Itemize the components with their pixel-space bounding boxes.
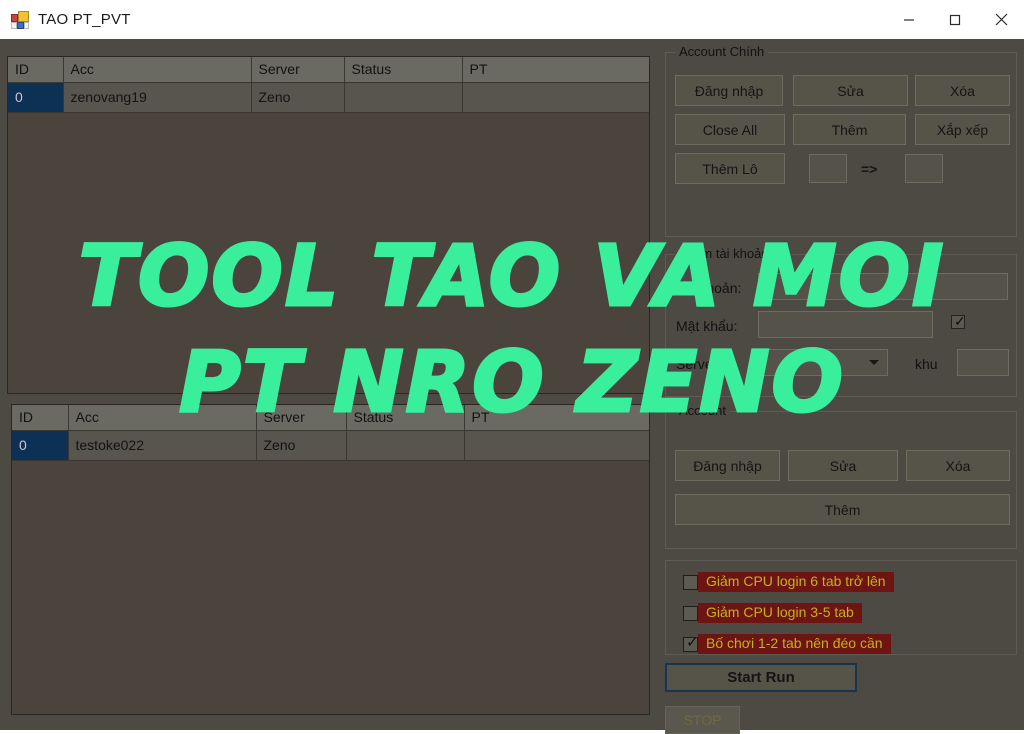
save-password-checkbox[interactable]: ✓ [951, 313, 966, 329]
cpu-option-row[interactable]: Giảm CPU login 3-5 tab [683, 603, 862, 623]
grid-empty-area [12, 460, 649, 714]
table-row[interactable]: 0 zenovang19 Zeno [8, 82, 649, 113]
cell-pt[interactable] [462, 82, 649, 113]
minimize-icon[interactable] [886, 0, 932, 39]
column-header-id[interactable]: ID [8, 57, 64, 83]
batch-to-input[interactable] [905, 154, 943, 183]
table-header-row: ID Acc Server Status PT [12, 405, 649, 431]
cpu-6tab-checkbox[interactable] [683, 574, 698, 590]
sub-add-button[interactable]: Thêm [675, 494, 1010, 525]
check-mark-icon: ✓ [954, 313, 966, 329]
cell-acc[interactable]: testoke022 [68, 430, 257, 461]
account-sub-group: Account Đăng nhập Sửa Xóa Thêm [665, 403, 1017, 549]
column-header-acc[interactable]: Acc [68, 405, 257, 431]
cell-id[interactable]: 0 [12, 430, 69, 461]
server-dropdown[interactable] [758, 349, 888, 376]
cell-id[interactable]: 0 [8, 82, 64, 113]
cpu-12tab-label: Bố chơi 1-2 tab nên đéo cần [698, 634, 891, 654]
main-login-button[interactable]: Đăng nhập [675, 75, 783, 106]
maximize-icon[interactable] [932, 0, 978, 39]
column-header-status[interactable]: Status [346, 405, 465, 431]
main-edit-button[interactable]: Sửa [793, 75, 908, 106]
client-area: ID Acc Server Status PT 0 zenovang19 Zen… [0, 39, 1024, 734]
cell-acc[interactable]: zenovang19 [63, 82, 252, 113]
chevron-down-icon [869, 360, 879, 365]
cell-status[interactable] [344, 82, 463, 113]
server-label: Server: [676, 356, 722, 372]
column-header-id[interactable]: ID [12, 405, 69, 431]
grid-empty-area [8, 112, 649, 393]
password-input[interactable] [758, 311, 933, 338]
batch-arrow-label: => [861, 161, 878, 177]
winforms-app-icon [11, 10, 29, 29]
cpu-options-group: Giảm CPU login 6 tab trở lên Giảm CPU lo… [665, 560, 1017, 655]
cpu-12tab-checkbox[interactable]: ✓ [683, 633, 699, 652]
check-mark-icon: ✓ [686, 633, 699, 651]
column-header-pt[interactable]: PT [464, 405, 649, 431]
cpu-option-row[interactable]: ✓ Bố chơi 1-2 tab nên đéo cần [683, 634, 891, 654]
window-controls [886, 0, 1024, 39]
main-account-table: ID Acc Server Status PT 0 zenovang19 Zen… [8, 57, 649, 113]
column-header-pt[interactable]: PT [462, 57, 649, 83]
cpu-35tab-label: Giảm CPU login 3-5 tab [698, 603, 862, 623]
khu-label: khu [915, 356, 938, 372]
username-label: Tài khoản: [676, 280, 742, 296]
sub-edit-button[interactable]: Sửa [788, 450, 898, 481]
table-row[interactable]: 0 testoke022 Zeno [12, 430, 649, 461]
cpu-6tab-label: Giảm CPU login 6 tab trở lên [698, 572, 894, 592]
account-main-group: Account Chính Đăng nhập Sửa Xóa Close Al… [665, 44, 1017, 237]
application-window: TAO PT_PVT ID Acc Server Status PT 0 zen… [0, 0, 1024, 734]
main-add-button[interactable]: Thêm [793, 114, 906, 145]
column-header-server[interactable]: Server [251, 57, 345, 83]
main-sort-button[interactable]: Xắp xếp [915, 114, 1010, 145]
khu-input[interactable] [957, 349, 1009, 376]
main-delete-button[interactable]: Xóa [915, 75, 1010, 106]
column-header-server[interactable]: Server [256, 405, 347, 431]
cell-status[interactable] [346, 430, 465, 461]
sub-account-grid[interactable]: ID Acc Server Status PT 0 testoke022 Zen… [11, 404, 650, 715]
main-close-all-button[interactable]: Close All [675, 114, 785, 145]
main-account-grid[interactable]: ID Acc Server Status PT 0 zenovang19 Zen… [7, 56, 650, 394]
cell-server[interactable]: Zeno [256, 430, 347, 461]
cpu-35tab-checkbox[interactable] [683, 605, 698, 621]
right-control-panel: Account Chính Đăng nhập Sửa Xóa Close Al… [658, 39, 1024, 734]
sub-account-table: ID Acc Server Status PT 0 testoke022 Zen… [12, 405, 649, 461]
table-header-row: ID Acc Server Status PT [8, 57, 649, 83]
start-run-button[interactable]: Start Run [665, 663, 857, 692]
close-icon[interactable] [978, 0, 1024, 39]
cell-pt[interactable] [464, 430, 649, 461]
account-sub-group-label: Account [675, 403, 730, 418]
add-account-group: Thêm tài khoản Tài khoản: Mật khẩu: ✓ Se… [665, 246, 1017, 397]
window-title: TAO PT_PVT [38, 11, 131, 28]
sub-delete-button[interactable]: Xóa [906, 450, 1010, 481]
main-add-batch-button[interactable]: Thêm Lô [675, 153, 785, 184]
run-controls-group: Start Run STOP [665, 663, 1017, 734]
cell-server[interactable]: Zeno [251, 82, 345, 113]
batch-from-input[interactable] [809, 154, 847, 183]
column-header-status[interactable]: Status [344, 57, 463, 83]
username-input[interactable] [758, 273, 1008, 300]
sub-login-button[interactable]: Đăng nhập [675, 450, 780, 481]
column-header-acc[interactable]: Acc [63, 57, 252, 83]
password-label: Mật khẩu: [676, 318, 738, 334]
cpu-option-row[interactable]: Giảm CPU login 6 tab trở lên [683, 572, 894, 592]
title-bar: TAO PT_PVT [0, 0, 1024, 39]
add-account-group-label: Thêm tài khoản [675, 246, 773, 261]
account-main-group-label: Account Chính [675, 44, 769, 59]
